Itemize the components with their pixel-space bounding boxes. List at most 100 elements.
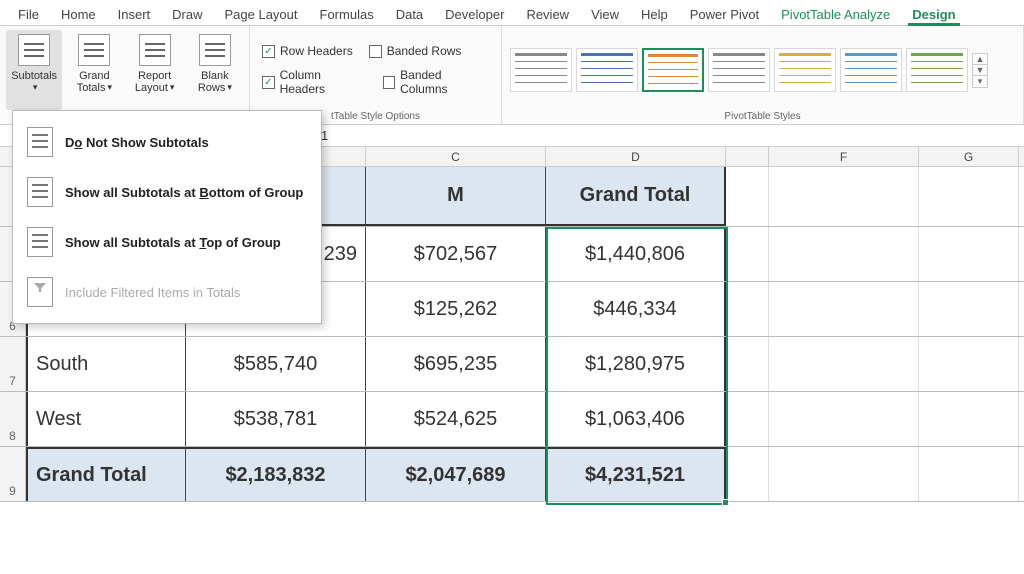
tab-view[interactable]: View xyxy=(581,4,629,25)
tab-page-layout[interactable]: Page Layout xyxy=(215,4,308,25)
tab-file[interactable]: File xyxy=(8,4,49,25)
cell[interactable] xyxy=(919,167,1019,226)
dd-text: op of Group xyxy=(206,235,280,250)
tab-insert[interactable]: Insert xyxy=(108,4,161,25)
cell[interactable] xyxy=(726,392,769,446)
subtotal-none-icon xyxy=(27,127,53,157)
ribbon-group-styles: ▲ ▼ ▾ PivotTable Styles xyxy=(502,26,1024,124)
pivot-data-cell[interactable]: $446,334 xyxy=(546,282,726,336)
col-header-E[interactable] xyxy=(726,147,769,166)
group-label-styles: PivotTable Styles xyxy=(508,110,1017,122)
tab-data[interactable]: Data xyxy=(386,4,433,25)
pivot-grand-total-cell[interactable]: $2,047,689 xyxy=(366,447,546,501)
cell[interactable] xyxy=(919,447,1019,501)
tab-home[interactable]: Home xyxy=(51,4,106,25)
cell[interactable] xyxy=(769,227,919,281)
row-number[interactable]: 8 xyxy=(0,392,26,446)
dd-text: D xyxy=(65,135,74,150)
dropdown-item-do-not-show[interactable]: Do Not Show Subtotals xyxy=(13,117,321,167)
cell[interactable] xyxy=(726,337,769,391)
tab-draw[interactable]: Draw xyxy=(162,4,212,25)
subtotals-button[interactable]: Subtotals▾ xyxy=(6,30,62,110)
pivot-data-cell[interactable]: $1,280,975 xyxy=(546,337,726,391)
dropdown-item-top[interactable]: Show all Subtotals at Top of Group xyxy=(13,217,321,267)
style-thumbnail[interactable] xyxy=(510,48,572,92)
banded-columns-label: Banded Columns xyxy=(400,68,489,96)
tab-pivottable-analyze[interactable]: PivotTable Analyze xyxy=(771,4,900,25)
grand-totals-button[interactable]: Grand Totals ▾ xyxy=(66,30,122,110)
chevron-down-icon: ▾ xyxy=(33,83,38,93)
cell[interactable] xyxy=(919,392,1019,446)
pivot-data-cell[interactable]: $585,740 xyxy=(186,337,366,391)
pivot-data-cell[interactable]: $695,235 xyxy=(366,337,546,391)
cell[interactable] xyxy=(919,227,1019,281)
tab-developer[interactable]: Developer xyxy=(435,4,514,25)
cell[interactable] xyxy=(769,167,919,226)
grand-totals-icon xyxy=(78,34,110,66)
cell[interactable] xyxy=(919,337,1019,391)
style-thumbnail[interactable] xyxy=(774,48,836,92)
pivot-row-label[interactable]: West xyxy=(26,392,186,446)
styles-scroll-up[interactable]: ▲ xyxy=(973,54,987,65)
chevron-down-icon: ▾ xyxy=(170,83,175,93)
pivot-data-cell[interactable]: $1,440,806 xyxy=(546,227,726,281)
column-headers-checkbox[interactable]: ✓Column Headers xyxy=(262,68,367,96)
chevron-down-icon: ▾ xyxy=(107,83,112,93)
blank-rows-button[interactable]: Blank Rows ▾ xyxy=(187,30,243,110)
col-header-F[interactable]: F xyxy=(769,147,919,166)
filter-icon xyxy=(27,277,53,307)
row-number[interactable]: 7 xyxy=(0,337,26,391)
styles-scroll: ▲ ▼ ▾ xyxy=(972,53,988,88)
pivot-grand-total-label[interactable]: Grand Total xyxy=(26,447,186,501)
pivot-data-cell[interactable]: $125,262 xyxy=(366,282,546,336)
pivot-data-cell[interactable]: $1,063,406 xyxy=(546,392,726,446)
style-thumbnail[interactable] xyxy=(708,48,770,92)
cell[interactable] xyxy=(769,282,919,336)
cell[interactable] xyxy=(726,167,769,226)
cell[interactable] xyxy=(726,447,769,501)
pivot-header-cell[interactable]: Grand Total xyxy=(546,167,726,226)
col-header-G[interactable]: G xyxy=(919,147,1019,166)
cell[interactable] xyxy=(726,282,769,336)
pivot-data-cell[interactable]: $538,781 xyxy=(186,392,366,446)
subtotals-dropdown: Do Not Show Subtotals Show all Subtotals… xyxy=(12,110,322,324)
dd-accel: B xyxy=(199,185,208,200)
fill-handle[interactable] xyxy=(722,499,729,506)
tab-power-pivot[interactable]: Power Pivot xyxy=(680,4,769,25)
column-headers-label: Column Headers xyxy=(280,68,367,96)
cell[interactable] xyxy=(726,227,769,281)
tab-design[interactable]: Design xyxy=(902,4,965,25)
style-thumbnail[interactable] xyxy=(840,48,902,92)
row-number[interactable]: 9 xyxy=(0,447,26,501)
cell[interactable] xyxy=(769,447,919,501)
col-header-D[interactable]: D xyxy=(546,147,726,166)
tab-help[interactable]: Help xyxy=(631,4,678,25)
tab-review[interactable]: Review xyxy=(516,4,579,25)
pivot-grand-total-cell[interactable]: $4,231,521 xyxy=(546,447,726,501)
cell[interactable] xyxy=(919,282,1019,336)
chevron-down-icon: ▾ xyxy=(227,83,232,93)
style-thumbnail[interactable] xyxy=(642,48,704,92)
pivot-row-label[interactable]: South xyxy=(26,337,186,391)
banded-rows-checkbox[interactable]: Banded Rows xyxy=(369,44,462,58)
cell[interactable] xyxy=(769,337,919,391)
row-headers-checkbox[interactable]: ✓Row Headers xyxy=(262,44,353,58)
style-thumbnail[interactable] xyxy=(906,48,968,92)
styles-more[interactable]: ▾ xyxy=(973,76,987,87)
styles-scroll-down[interactable]: ▼ xyxy=(973,65,987,76)
banded-columns-checkbox[interactable]: Banded Columns xyxy=(383,68,489,96)
dropdown-item-include-filtered: Include Filtered Items in Totals xyxy=(13,267,321,317)
pivot-header-cell[interactable]: M xyxy=(366,167,546,226)
row-headers-label: Row Headers xyxy=(280,44,353,58)
col-header-C[interactable]: C xyxy=(366,147,546,166)
report-layout-button[interactable]: Report Layout ▾ xyxy=(127,30,183,110)
report-layout-label: Report Layout xyxy=(135,70,171,94)
table-row: 8 West $538,781 $524,625 $1,063,406 xyxy=(0,392,1024,447)
tab-formulas[interactable]: Formulas xyxy=(310,4,384,25)
cell[interactable] xyxy=(769,392,919,446)
style-thumbnail[interactable] xyxy=(576,48,638,92)
pivot-data-cell[interactable]: $702,567 xyxy=(366,227,546,281)
dropdown-item-bottom[interactable]: Show all Subtotals at Bottom of Group xyxy=(13,167,321,217)
pivot-grand-total-cell[interactable]: $2,183,832 xyxy=(186,447,366,501)
pivot-data-cell[interactable]: $524,625 xyxy=(366,392,546,446)
